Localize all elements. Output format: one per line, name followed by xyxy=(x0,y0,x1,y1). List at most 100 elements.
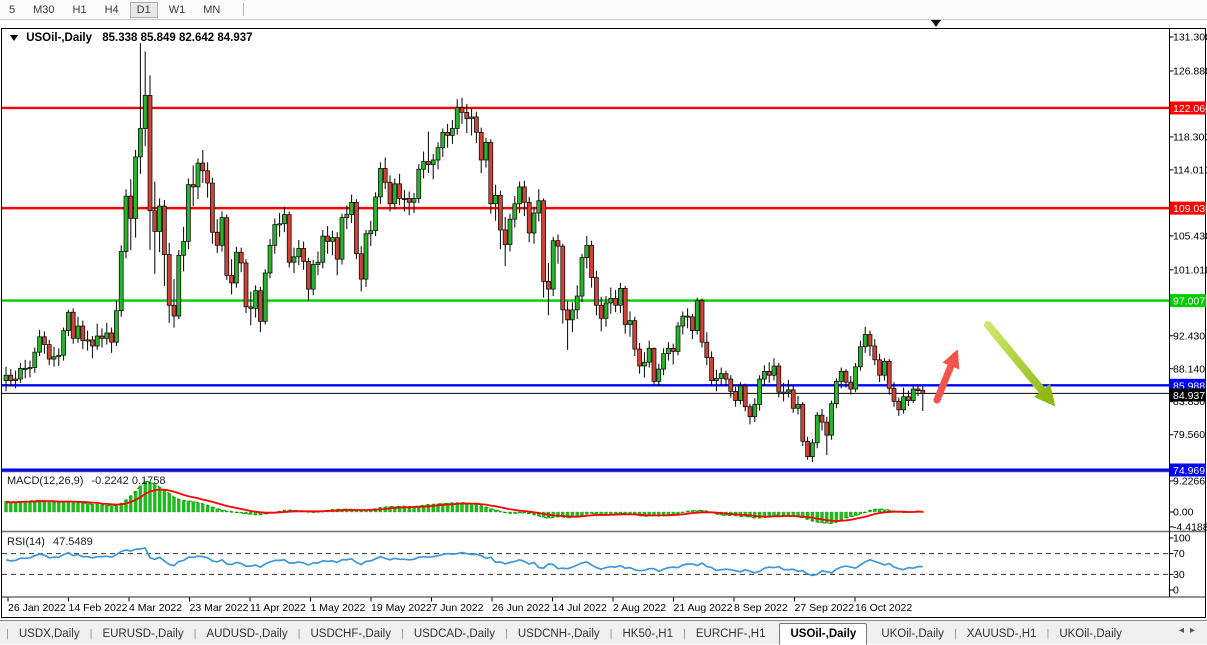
candle-body xyxy=(570,309,575,321)
tab-scroll-right-icon[interactable]: ▸ xyxy=(1190,625,1201,636)
timeframe-button-m30[interactable]: M30 xyxy=(26,2,61,18)
candle-body xyxy=(286,214,292,263)
macd-indicator-label: MACD(12,26,9) -0.2242 0.1758 xyxy=(7,475,166,487)
candle-body xyxy=(608,297,614,304)
candle-body xyxy=(656,368,662,382)
candle-body xyxy=(330,237,335,242)
price-tick-label: 101.010 xyxy=(1173,264,1207,276)
timeframe-button-h1[interactable]: H1 xyxy=(66,2,94,18)
chart-canvas[interactable]: 131.300 126.880 118.300 114.010 105.430 101.0… xyxy=(0,0,1207,644)
candle-body xyxy=(368,230,374,235)
candle-body xyxy=(584,244,590,258)
candle-body xyxy=(685,315,690,318)
candle-body xyxy=(118,251,124,311)
candle-body xyxy=(171,304,177,317)
candle-body xyxy=(848,381,854,390)
macd-histogram-bar xyxy=(777,511,781,516)
macd-histogram-bar xyxy=(220,509,224,513)
symbol-tab-usdcnh-daily[interactable]: USDCNH-,Daily xyxy=(508,625,610,644)
candle-body xyxy=(66,311,71,331)
candle-body xyxy=(224,217,230,276)
candle-body xyxy=(603,302,609,319)
time-tick-label: 27 Sep 2022 xyxy=(795,602,855,614)
candle-body xyxy=(622,288,628,325)
candle-body xyxy=(416,168,422,199)
symbol-tab-eurusd-daily[interactable]: EURUSD-,Daily xyxy=(92,625,193,644)
candle-body xyxy=(469,116,474,119)
candle-body xyxy=(488,141,494,205)
macd-histogram-bar xyxy=(114,505,119,513)
symbol-tab-usoil-daily[interactable]: USOil-,Daily xyxy=(779,623,868,645)
candle-body xyxy=(301,248,306,262)
candle-body xyxy=(46,344,52,360)
chart-shift-marker-icon[interactable] xyxy=(931,20,941,27)
price-tick-label: 114.010 xyxy=(1173,164,1207,176)
candle-body xyxy=(195,162,201,188)
candle-body xyxy=(560,245,566,311)
candle-body xyxy=(387,181,393,205)
tab-scroll-left-icon[interactable]: ◂ xyxy=(1179,625,1190,636)
candle-body xyxy=(733,391,738,401)
candle-body xyxy=(795,404,801,409)
symbol-tab-ukoil-daily[interactable]: UKOil-,Daily xyxy=(871,625,954,644)
macd-histogram-bar xyxy=(18,501,23,513)
candle-body xyxy=(915,388,921,391)
symbol-tab-usdcad-daily[interactable]: USDCAD-,Daily xyxy=(404,625,505,644)
candle-body xyxy=(315,261,321,265)
rsi-value: 47.5489 xyxy=(52,536,93,548)
symbol-tab-usdx-daily[interactable]: USDX,Daily xyxy=(9,625,90,644)
macd-histogram-bar xyxy=(815,511,819,523)
macd-histogram-bar xyxy=(66,501,71,513)
candle-body xyxy=(666,347,671,355)
timeframe-button-d1[interactable]: D1 xyxy=(129,1,158,18)
candle-body xyxy=(680,315,686,327)
timeframe-button-mn[interactable]: MN xyxy=(196,2,227,18)
macd-histogram-bar xyxy=(196,502,200,513)
symbol-tab-ukoil-daily[interactable]: UKOil-,Daily xyxy=(1049,625,1132,644)
macd-histogram-bar xyxy=(829,511,834,524)
candle-body xyxy=(291,256,297,263)
macd-histogram-bar xyxy=(129,495,133,513)
candle-body xyxy=(853,366,858,390)
time-tick-label: 19 May 2022 xyxy=(371,602,432,614)
timeframe-button-5[interactable]: 5 xyxy=(2,2,22,18)
candle-body xyxy=(651,347,657,382)
candle-body xyxy=(219,217,225,246)
macd-histogram-bar xyxy=(42,500,47,513)
candle-body xyxy=(32,351,38,368)
candle-body xyxy=(8,374,14,381)
macd-histogram-bar xyxy=(594,511,599,515)
chart-dropdown-icon[interactable] xyxy=(10,35,18,41)
candle-body xyxy=(282,214,287,225)
candle-body xyxy=(114,310,119,343)
candle-body xyxy=(320,235,326,263)
symbol-tab-audusd-daily[interactable]: AUDUSD-,Daily xyxy=(196,625,297,644)
timeframe-button-h4[interactable]: H4 xyxy=(98,2,126,18)
chart-title: USOil-,Daily 85.338 85.849 82.642 84.937 xyxy=(10,32,253,44)
macd-histogram-bar xyxy=(201,503,205,513)
time-tick-label: 23 Mar 2022 xyxy=(190,602,249,614)
symbol-tab-bar: | USDX,Daily | EURUSD-,Daily | AUDUSD-,Daily |… xyxy=(0,620,1207,645)
candle-body xyxy=(306,261,311,290)
candle-body xyxy=(349,201,354,215)
macd-histogram-bar xyxy=(479,505,483,513)
candle-body xyxy=(526,201,532,234)
macd-histogram-bar xyxy=(858,511,863,515)
symbol-tab-hk50-h1[interactable]: HK50-,H1 xyxy=(612,625,683,644)
candle-body xyxy=(339,217,345,260)
symbol-tab-usdchf-daily[interactable]: USDCHF-,Daily xyxy=(300,625,401,644)
candle-body xyxy=(234,251,239,284)
candle-body xyxy=(253,290,258,309)
symbol-tab-xauusd-h1[interactable]: XAUUSD-,H1 xyxy=(957,625,1047,644)
timeframe-button-w1[interactable]: W1 xyxy=(162,2,193,18)
price-tick-label: 126.880 xyxy=(1173,65,1207,77)
macd-histogram-bar xyxy=(825,511,829,524)
candle-body xyxy=(819,414,825,423)
macd-histogram-bar xyxy=(167,493,171,513)
candle-body xyxy=(214,231,220,246)
macd-histogram-bar xyxy=(47,501,51,513)
candle-body xyxy=(421,161,426,170)
macd-histogram-bar xyxy=(772,511,776,516)
candle-body xyxy=(661,353,666,370)
symbol-tab-eurchf-h1[interactable]: EURCHF-,H1 xyxy=(686,625,776,644)
